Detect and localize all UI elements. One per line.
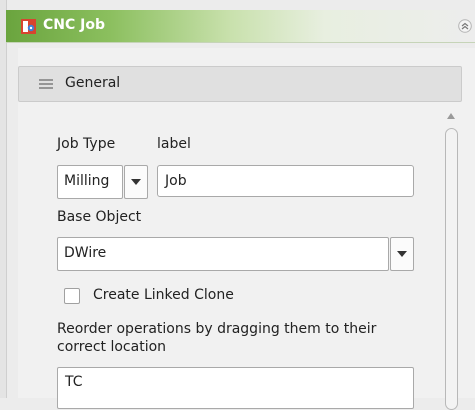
window-frame — [0, 0, 7, 398]
job-type-value: Milling — [64, 173, 110, 189]
chevron-down-icon — [397, 251, 407, 257]
vertical-scrollbar[interactable] — [443, 108, 459, 410]
base-object-select[interactable]: DWire — [57, 237, 389, 271]
job-type-label: Job Type — [57, 136, 116, 152]
job-type-dropdown-button[interactable] — [124, 165, 148, 199]
section-general-header[interactable]: General — [18, 66, 462, 102]
window-title: CNC Job — [43, 17, 105, 33]
list-lines-icon — [39, 79, 53, 89]
chevron-down-icon — [131, 179, 141, 185]
base-object-value: DWire — [64, 245, 107, 261]
operations-list[interactable]: TC — [57, 367, 414, 409]
job-label-caption: label — [157, 136, 191, 152]
job-label-value: Job — [165, 173, 187, 189]
operations-instruction: Reorder operations by dragging them to t… — [57, 321, 377, 355]
base-object-label: Base Object — [57, 209, 142, 225]
operation-item-tc[interactable]: TC — [65, 374, 83, 390]
double-chevron-up-icon[interactable] — [458, 19, 472, 33]
section-title: General — [65, 75, 121, 91]
scroll-up-arrow-icon[interactable] — [447, 112, 455, 120]
job-label-input[interactable]: Job — [157, 165, 414, 197]
scrollbar-track[interactable] — [445, 128, 458, 410]
create-linked-clone-label: Create Linked Clone — [93, 287, 234, 303]
job-type-select[interactable]: Milling — [57, 165, 123, 199]
task-panel-titlebar: CNC Job — [6, 10, 475, 43]
freecad-path-icon — [21, 19, 36, 34]
create-linked-clone-checkbox[interactable] — [64, 288, 80, 304]
base-object-dropdown-button[interactable] — [390, 237, 414, 271]
